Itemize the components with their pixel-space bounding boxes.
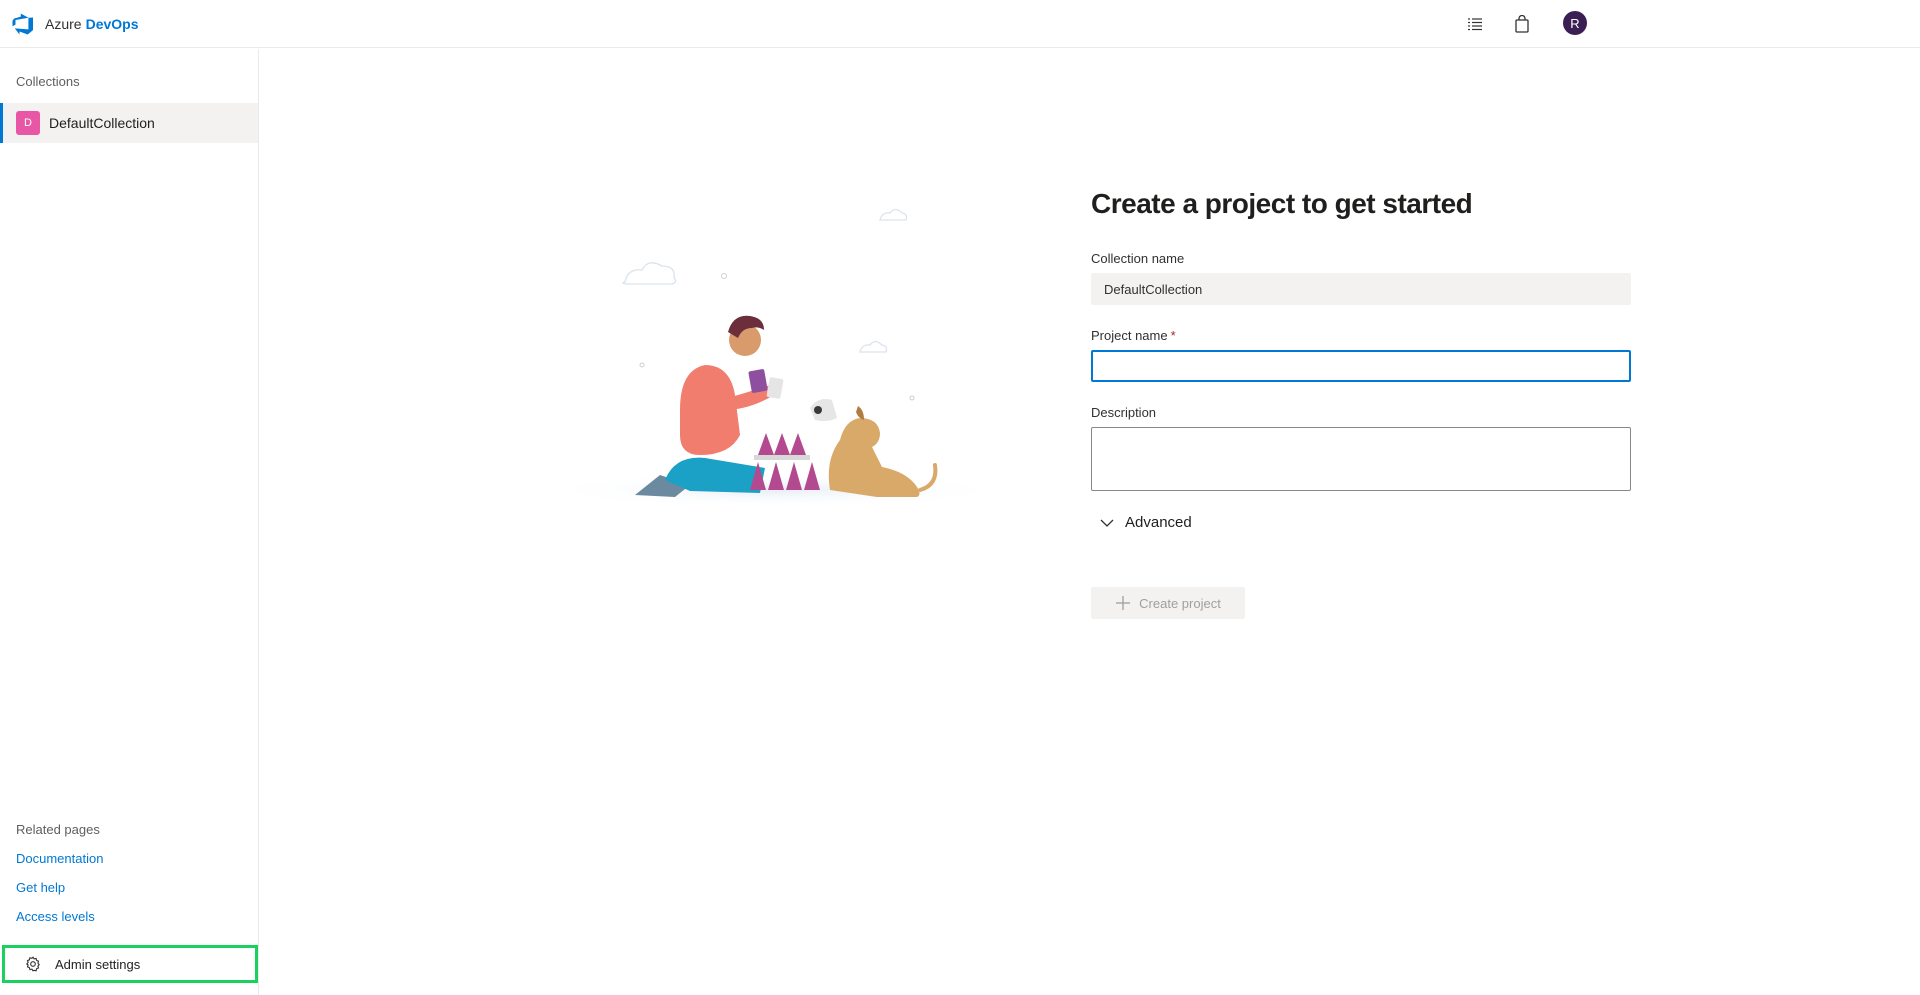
get-help-link[interactable]: Get help [16,880,65,895]
brand-home-link[interactable]: Azure DevOps [11,12,139,36]
project-name-label: Project name * [1091,328,1176,343]
work-items-list-icon[interactable] [1465,14,1485,34]
documentation-link[interactable]: Documentation [16,851,103,866]
chevron-down-icon [1099,515,1115,531]
description-textarea[interactable] [1091,427,1631,491]
top-bar: Azure DevOps R [0,0,1920,48]
collection-badge: D [16,111,40,135]
marketplace-bag-icon[interactable] [1512,14,1532,34]
collection-name-field: DefaultCollection [1091,273,1631,305]
sidebar: Collections D DefaultCollection Related … [0,49,259,995]
project-name-input[interactable] [1091,350,1631,382]
create-project-label: Create project [1139,595,1221,611]
brand-prefix: Azure [45,15,82,32]
collection-label: DefaultCollection [49,115,155,131]
admin-settings-label: Admin settings [55,956,141,972]
required-marker: * [1170,328,1176,343]
related-pages-heading: Related pages [16,822,100,837]
create-project-button[interactable]: Create project [1091,587,1245,619]
access-levels-link[interactable]: Access levels [16,909,95,924]
plus-icon [1115,595,1131,611]
project-name-label-text: Project name [1091,328,1168,343]
page-title: Create a project to get started [1091,188,1473,219]
advanced-label: Advanced [1125,514,1192,531]
collections-heading: Collections [16,74,80,89]
collection-name-label: Collection name [1091,251,1185,266]
user-avatar[interactable]: R [1563,11,1587,35]
admin-settings-button[interactable]: Admin settings [2,945,258,983]
create-project-form: Create a project to get started Collecti… [1091,188,1631,619]
gear-icon [25,956,41,972]
azure-devops-logo-icon [11,12,35,36]
brand-text: Azure DevOps [45,16,139,32]
sidebar-item-defaultcollection[interactable]: D DefaultCollection [0,103,258,143]
empty-state-illustration [540,200,1010,510]
advanced-toggle[interactable]: Advanced [1099,514,1192,531]
brand-accent: DevOps [85,15,139,32]
description-label: Description [1091,405,1157,420]
